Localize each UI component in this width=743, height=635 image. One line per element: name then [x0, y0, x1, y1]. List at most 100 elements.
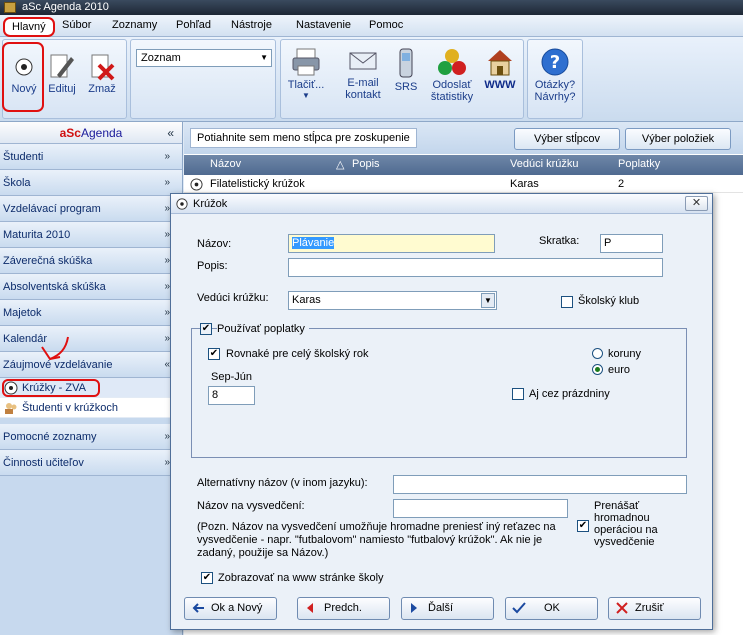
sidebar-item-skola[interactable]: Škola» — [0, 170, 182, 196]
printer-icon — [292, 48, 320, 76]
sidebar-item-zaverecna-skuska[interactable]: Záverečná skúška» — [0, 248, 182, 274]
show-web-checkbox[interactable]: ✔ — [201, 572, 213, 584]
view-combo[interactable]: Zoznam ▼ — [136, 49, 272, 67]
use-fees-label: Používať poplatky — [217, 323, 309, 335]
desc-input[interactable] — [288, 258, 663, 277]
chevron-down-icon[interactable]: ▼ — [481, 293, 495, 308]
cert-note: (Pozn. Názov na vysvedčení umožňuje hrom… — [197, 521, 556, 560]
sidebar-item-label: Absolventská skúška — [3, 281, 106, 293]
app-icon — [4, 2, 16, 13]
brand-asc: aSc — [59, 126, 81, 140]
chevron-down-icon: » — [164, 151, 170, 162]
menu-pomoc[interactable]: Pomoc — [369, 19, 403, 31]
currency-koruny-label: koruny — [608, 348, 642, 360]
ok-label: OK — [544, 602, 560, 614]
sidebar-item-label: Činnosti učiteľov — [3, 457, 84, 469]
sidebar-item-zaujmove-vzdelavanie[interactable]: Záujmové vzdelávanie « — [0, 352, 182, 378]
cancel-label: Zrušiť — [635, 602, 664, 614]
www-button[interactable]: WWW — [481, 47, 519, 91]
cell-leader: Karas — [510, 178, 539, 190]
ok-button[interactable]: OK — [505, 597, 598, 620]
column-header-poplatky[interactable]: Poplatky — [618, 158, 660, 170]
note-line-2: vysvedčenie - napr. "futbalovom" namiest… — [197, 534, 543, 546]
menu-nastroje[interactable]: Nástroje — [231, 19, 272, 31]
period-fee-input[interactable]: 8 — [208, 386, 255, 405]
column-header-nazov[interactable]: Názov — [210, 158, 241, 170]
sidebar-item-label: Majetok — [3, 307, 42, 319]
transfer-checkbox[interactable]: ✔ — [577, 520, 589, 532]
menu-nastavenie[interactable]: Nastavenie — [296, 19, 351, 31]
sidebar-item-vzdelavaci-program[interactable]: Vzdelávací program» — [0, 196, 182, 222]
name-input[interactable]: Plávanie — [288, 234, 495, 253]
sidebar-item-pomocne-zoznamy[interactable]: Pomocné zoznamy» — [0, 424, 182, 450]
new-record-icon — [15, 58, 33, 76]
srs-button[interactable]: SRS — [392, 47, 420, 93]
alt-name-input[interactable] — [393, 475, 687, 494]
red-arrow-annotation — [41, 336, 69, 361]
delete-button[interactable]: Zmaž — [84, 51, 120, 95]
select-items-button[interactable]: Výber položiek — [625, 128, 731, 150]
sidebar-item-majetok[interactable]: Majetok» — [0, 300, 182, 326]
abbr-input[interactable]: P — [600, 234, 663, 253]
arrow-left-icon — [192, 603, 204, 613]
ok-and-new-button[interactable]: Ok a Nový — [184, 597, 277, 620]
menu-hlavny[interactable]: Hlavný — [3, 17, 55, 37]
same-year-checkbox[interactable]: ✔ — [208, 348, 220, 360]
edit-button[interactable]: Edituj — [45, 51, 79, 95]
column-header-veduci[interactable]: Vedúci krúžku — [510, 158, 578, 170]
cancel-button[interactable]: Zrušiť — [608, 597, 701, 620]
email-label-1: E-mail — [347, 77, 379, 89]
collapse-icon[interactable]: « — [167, 122, 174, 144]
arrow-right-icon — [411, 603, 417, 613]
sidebar: aScAgenda « Študenti » Škola» Vzdelávací … — [0, 122, 183, 635]
sidebar-item-absolventska-skuska[interactable]: Absolventská skúška» — [0, 274, 182, 300]
help-button[interactable]: ? Otázky? Návrhy? — [530, 47, 580, 103]
edit-button-label: Edituj — [48, 83, 76, 95]
cancel-icon — [616, 602, 628, 614]
ball-icon — [176, 198, 188, 210]
email-label-2: kontakt — [345, 89, 381, 101]
table-row[interactable]: Filatelistický krúžok Karas 2 — [184, 176, 743, 193]
close-button[interactable]: ✕ — [685, 196, 708, 211]
group-bar: Potiahnite sem meno stĺpca pre zoskupeni… — [184, 122, 743, 154]
holidays-checkbox[interactable] — [512, 388, 524, 400]
email-contact-button[interactable]: E-mail kontakt — [340, 47, 386, 101]
note-line-1: (Pozn. Názov na vysvedčení umožňuje hrom… — [197, 521, 556, 533]
currency-euro-radio[interactable] — [592, 364, 603, 375]
new-button[interactable]: Nový — [6, 51, 42, 95]
dialog-title: Krúžok — [193, 198, 228, 210]
sidebar-item-studenti[interactable]: Študenti » — [0, 144, 182, 170]
school-club-checkbox[interactable] — [561, 296, 573, 308]
use-fees-checkbox[interactable]: ✔ — [200, 323, 212, 335]
sidebar-item-label: Pomocné zoznamy — [3, 431, 97, 443]
next-button[interactable]: Ďalší — [401, 597, 494, 620]
menu-pohlad[interactable]: Pohľad — [176, 19, 211, 31]
sidebar-item-label: Vzdelávací program — [3, 203, 101, 215]
ok-and-new-label: Ok a Nový — [211, 602, 263, 614]
delete-button-label: Zmaž — [88, 83, 116, 95]
name-label: Názov: — [197, 238, 232, 250]
mobile-phone-icon — [399, 48, 413, 78]
sidebar-item-cinnosti-ucitelov[interactable]: Činnosti učiteľov» — [0, 450, 182, 476]
print-button[interactable]: Tlačiť... ▼ — [284, 47, 328, 100]
ball-icon — [190, 178, 203, 191]
sidebar-item-maturita[interactable]: Maturita 2010» — [0, 222, 182, 248]
column-header-popis[interactable]: Popis — [352, 158, 380, 170]
sidebar-item-kalendar[interactable]: Kalendár» — [0, 326, 182, 352]
transfer-line-3: operáciou na — [594, 524, 658, 536]
cert-name-input[interactable] — [393, 499, 568, 518]
group-hint[interactable]: Potiahnite sem meno stĺpca pre zoskupeni… — [190, 128, 417, 148]
name-input-value: Plávanie — [292, 237, 335, 249]
sidebar-subitem-studenti-v-kruzkoch[interactable]: Študenti v krúžkoch — [0, 398, 182, 418]
menu-subor[interactable]: Súbor — [62, 19, 91, 31]
select-columns-button[interactable]: Výber stĺpcov — [514, 128, 620, 150]
currency-koruny-radio[interactable] — [592, 348, 603, 359]
period-label: Sep-Jún — [211, 371, 252, 383]
sidebar-subitem-kruzky[interactable]: Krúžky - ZVA — [0, 378, 182, 398]
ribbon-toolbar: Nový Edituj Zmaž Zoznam ▼ Tlačiť... ▼ E-… — [0, 37, 743, 122]
brand-agenda: Agenda — [80, 126, 123, 140]
menu-zoznamy[interactable]: Zoznamy — [112, 19, 157, 31]
previous-button[interactable]: Predch. — [297, 597, 390, 620]
leader-select[interactable]: Karas ▼ — [288, 291, 497, 310]
send-statistics-button[interactable]: Odoslať štatistiky — [428, 47, 476, 103]
